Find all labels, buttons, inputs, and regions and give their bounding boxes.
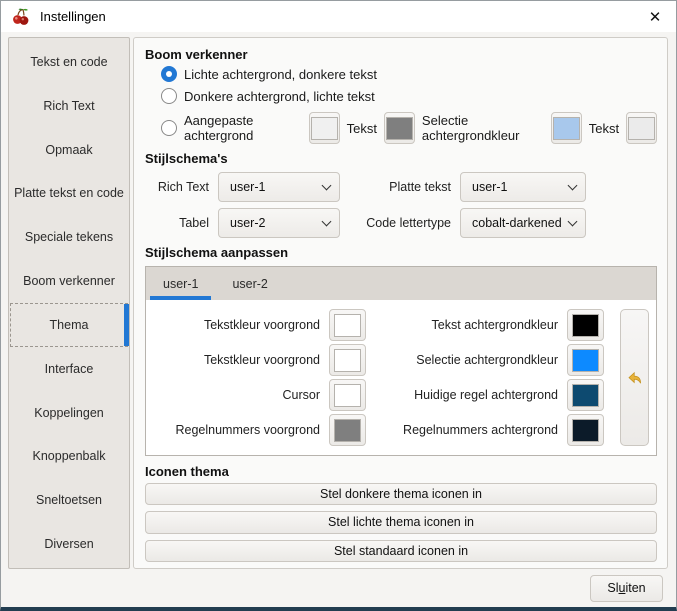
color-swatch — [386, 117, 413, 140]
tab-user-2[interactable]: user-2 — [215, 267, 284, 300]
line-numbers-background-color-button[interactable] — [567, 414, 604, 446]
rich-text-scheme-dropdown[interactable]: user-1 — [218, 172, 340, 202]
chevron-down-icon — [322, 180, 332, 190]
sidebar-item-sneltoetsen[interactable]: Sneltoetsen — [10, 478, 128, 522]
sidebar-item-tekst-en-code[interactable]: Tekst en code — [10, 40, 128, 84]
color-swatch — [553, 117, 580, 140]
sluiten-button[interactable]: Sluiten — [590, 575, 663, 602]
radio-label: Aangepaste achtergrond — [184, 113, 302, 143]
sidebar-item-interface[interactable]: Interface — [10, 347, 128, 391]
chevron-down-icon — [568, 180, 578, 190]
custom-background-color-button[interactable] — [309, 112, 340, 144]
settings-window: Instellingen ✕ Tekst en code Rich Text O… — [0, 0, 677, 611]
section-title-stijlschemas: Stijlschema's — [145, 151, 657, 166]
chevron-down-icon — [322, 216, 332, 226]
scheme-selectors: Rich Text user-1 Platte tekst user-1 Tab… — [147, 172, 657, 238]
color-swatch — [572, 384, 599, 407]
close-window-icon[interactable]: ✕ — [634, 1, 676, 32]
rich-text-label: Rich Text — [147, 180, 209, 194]
scheme-edit-box: user-1 user-2 Tekstkleur voorgrond Tekst… — [145, 266, 657, 456]
window-title: Instellingen — [40, 9, 106, 24]
scheme-color-panel: Tekstkleur voorgrond Tekst achtergrondkl… — [146, 300, 656, 455]
section-title-boom-verkenner: Boom verkenner — [145, 47, 657, 62]
sidebar-item-boom-verkenner[interactable]: Boom verkenner — [10, 259, 128, 303]
sidebar-item-thema[interactable]: Thema — [10, 303, 128, 347]
selection-foreground-color-button[interactable] — [329, 344, 366, 376]
radio-light-background[interactable]: Lichte achtergrond, donkere tekst — [161, 66, 657, 82]
radio-button-icon[interactable] — [161, 120, 177, 136]
tabel-label: Tabel — [147, 216, 209, 230]
scheme-color-grid: Tekstkleur voorgrond Tekst achtergrondkl… — [152, 309, 605, 446]
selection-background-color-button-2[interactable] — [567, 344, 604, 376]
cherrytree-cherries-icon — [11, 7, 31, 27]
row-label: Huidige regel achtergrond — [376, 388, 558, 402]
color-swatch — [311, 117, 338, 140]
sidebar-item-koppelingen[interactable]: Koppelingen — [10, 391, 128, 435]
sidebar-item-diversen[interactable]: Diversen — [10, 522, 128, 566]
main-area: Tekst en code Rich Text Opmaak Platte te… — [1, 32, 676, 569]
line-numbers-foreground-color-button[interactable] — [329, 414, 366, 446]
active-tab-underline — [150, 296, 211, 300]
row-label: Tekstkleur voorgrond — [152, 353, 320, 367]
sidebar-item-rich-text[interactable]: Rich Text — [10, 84, 128, 128]
code-lettertype-label: Code lettertype — [349, 216, 451, 230]
row-label: Regelnummers achtergrond — [376, 423, 558, 437]
custom-text-label: Tekst — [347, 121, 377, 136]
sidebar-item-platte-tekst-en-code[interactable]: Platte tekst en code — [10, 171, 128, 215]
selection-bg-label: Selectie achtergrondkleur — [422, 113, 544, 143]
color-swatch — [572, 314, 599, 337]
selection-background-color-button[interactable] — [551, 112, 582, 144]
set-default-icons-button[interactable]: Stel standaard iconen in — [145, 540, 657, 562]
selected-indicator — [124, 304, 129, 346]
tab-user-1[interactable]: user-1 — [146, 267, 215, 300]
text-background-color-button[interactable] — [567, 309, 604, 341]
dialog-footer: Sluiten — [1, 569, 676, 607]
color-swatch — [334, 419, 361, 442]
set-light-theme-icons-button[interactable]: Stel lichte thema iconen in — [145, 511, 657, 533]
undo-arrow-icon — [626, 369, 644, 387]
radio-custom-background-row: Aangepaste achtergrond Tekst Selectie ac… — [161, 112, 657, 144]
settings-sidebar: Tekst en code Rich Text Opmaak Platte te… — [8, 37, 130, 569]
row-label: Tekstkleur voorgrond — [152, 318, 320, 332]
current-line-background-color-button[interactable] — [567, 379, 604, 411]
code-font-scheme-dropdown[interactable]: cobalt-darkened — [460, 208, 586, 238]
row-label: Tekst achtergrondkleur — [376, 318, 558, 332]
color-swatch — [628, 117, 655, 140]
radio-label: Lichte achtergrond, donkere tekst — [184, 67, 377, 82]
color-swatch — [334, 349, 361, 372]
radio-label: Donkere achtergrond, lichte tekst — [184, 89, 375, 104]
radio-button-icon[interactable] — [161, 88, 177, 104]
text-foreground-color-button[interactable] — [329, 309, 366, 341]
cursor-color-button[interactable] — [329, 379, 366, 411]
row-label: Regelnummers voorgrond — [152, 423, 320, 437]
color-swatch — [334, 314, 361, 337]
sidebar-item-knoppenbalk[interactable]: Knoppenbalk — [10, 434, 128, 478]
custom-text-color-button[interactable] — [384, 112, 415, 144]
chevron-down-icon — [568, 216, 578, 226]
table-scheme-dropdown[interactable]: user-2 — [218, 208, 340, 238]
sidebar-item-speciale-tekens[interactable]: Speciale tekens — [10, 215, 128, 259]
row-label: Cursor — [152, 388, 320, 402]
reset-scheme-button[interactable] — [620, 309, 649, 446]
plain-text-scheme-dropdown[interactable]: user-1 — [460, 172, 586, 202]
selection-text-label: Tekst — [589, 121, 619, 136]
color-swatch — [572, 349, 599, 372]
selection-text-color-button[interactable] — [626, 112, 657, 144]
settings-content-panel: Boom verkenner Lichte achtergrond, donke… — [133, 37, 668, 569]
platte-tekst-label: Platte tekst — [349, 180, 451, 194]
section-title-iconen-thema: Iconen thema — [145, 464, 657, 479]
titlebar: Instellingen ✕ — [1, 1, 676, 32]
set-dark-theme-icons-button[interactable]: Stel donkere thema iconen in — [145, 483, 657, 505]
row-label: Selectie achtergrondkleur — [376, 353, 558, 367]
sidebar-item-opmaak[interactable]: Opmaak — [10, 128, 128, 172]
color-swatch — [334, 384, 361, 407]
color-swatch — [572, 419, 599, 442]
radio-button-icon[interactable] — [161, 66, 177, 82]
section-title-stijlschema-aanpassen: Stijlschema aanpassen — [145, 245, 657, 260]
radio-dark-background[interactable]: Donkere achtergrond, lichte tekst — [161, 88, 657, 104]
scheme-tabbar: user-1 user-2 — [146, 267, 656, 300]
